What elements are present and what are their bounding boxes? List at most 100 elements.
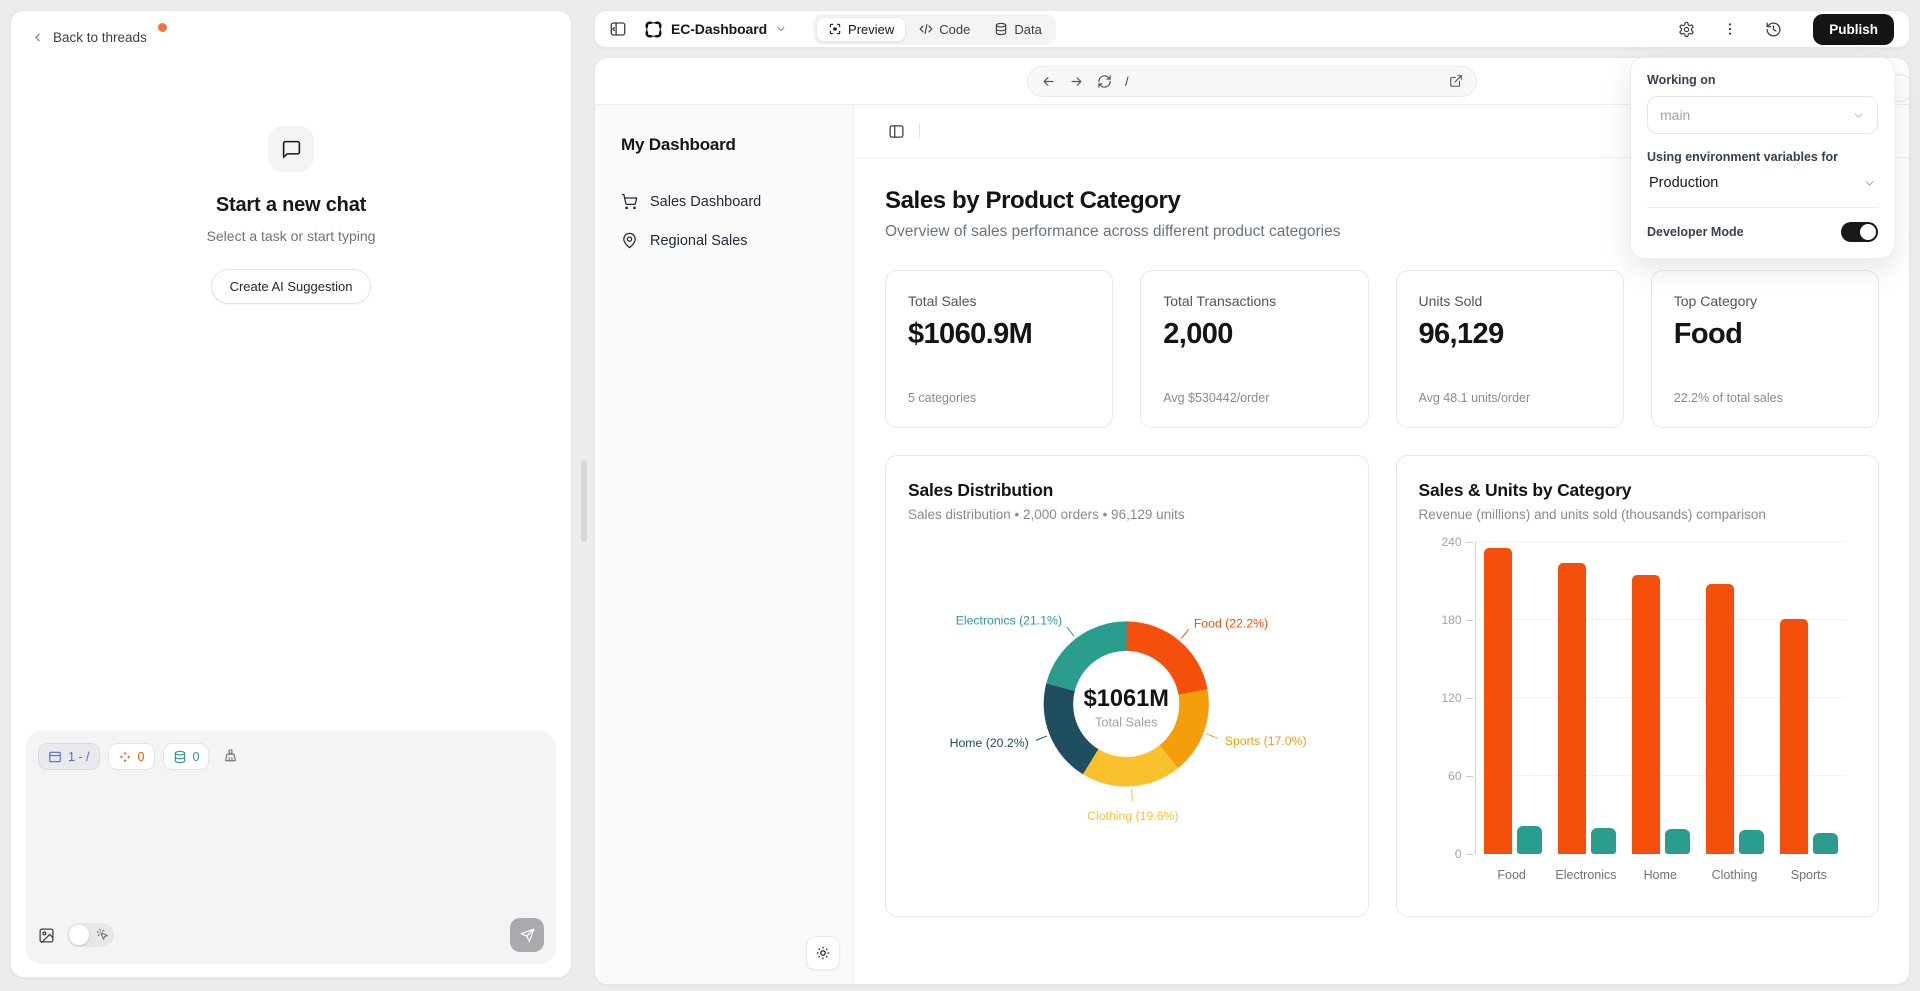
- image-icon[interactable]: [38, 927, 55, 944]
- tab-preview[interactable]: Preview: [816, 17, 906, 42]
- bar-home-revenue: [1632, 575, 1660, 854]
- stat-label: Total Transactions: [1163, 293, 1345, 309]
- developer-mode-label: Developer Mode: [1647, 225, 1744, 239]
- project-switcher[interactable]: EC-Dashboard: [644, 20, 787, 39]
- stat-label: Units Sold: [1419, 293, 1601, 309]
- chart-title: Sales Distribution: [908, 480, 1346, 501]
- prompt-composer[interactable]: 1 - / 0 0: [26, 731, 556, 964]
- stat-value: Food: [1674, 318, 1856, 351]
- data-count-label: 0: [193, 750, 200, 764]
- stat-footnote: Avg 48.1 units/order: [1419, 391, 1601, 405]
- bar-group-home: [1624, 542, 1698, 854]
- bar-plot: 060120180240: [1475, 542, 1847, 854]
- environment-select[interactable]: Production: [1647, 175, 1878, 191]
- context-chips: 1 - / 0 0: [38, 743, 544, 770]
- main-toolbar: EC-Dashboard Preview Code Data: [594, 10, 1910, 48]
- cart-icon: [621, 193, 638, 210]
- y-axis-tick: 180: [1426, 614, 1462, 626]
- window-icon: [48, 750, 62, 764]
- stat-footnote: 5 categories: [908, 391, 1090, 405]
- url-path[interactable]: /: [1125, 74, 1129, 89]
- tab-preview-label: Preview: [848, 22, 894, 37]
- sparkle-cursor-icon: [96, 928, 109, 941]
- bar-food-units: [1517, 826, 1542, 854]
- env-variables-label: Using environment variables for: [1647, 150, 1878, 164]
- database-icon: [994, 22, 1008, 36]
- project-name: EC-Dashboard: [671, 21, 767, 37]
- chart-subtitle: Sales distribution • 2,000 orders • 96,1…: [908, 507, 1346, 522]
- environment-popover: Working on main Using environment variab…: [1630, 57, 1895, 259]
- panel-left-icon[interactable]: [888, 123, 905, 140]
- leader-line: [1036, 736, 1047, 740]
- code-icon: [919, 22, 933, 36]
- donut-label: Clothing (19.6%): [1087, 809, 1178, 823]
- stat-card-top-category: Top Category Food 22.2% of total sales: [1651, 270, 1879, 428]
- kebab-menu-icon[interactable]: [1722, 21, 1738, 37]
- y-axis-tick: 240: [1426, 536, 1462, 548]
- stat-cards: Total Sales $1060.9M 5 categories Total …: [885, 270, 1879, 428]
- back-arrow-icon[interactable]: [1041, 74, 1056, 89]
- tab-code[interactable]: Code: [908, 18, 981, 41]
- donut-slice-electronics: [1046, 621, 1127, 690]
- panel-resize-handle[interactable]: [581, 460, 587, 542]
- data-count-chip[interactable]: 0: [163, 743, 210, 770]
- bar-home-units: [1665, 829, 1690, 854]
- divider: [1647, 207, 1878, 208]
- bar-x-labels: FoodElectronicsHomeClothingSports: [1475, 868, 1847, 882]
- sidebar-item-regional-sales[interactable]: Regional Sales: [621, 232, 827, 249]
- stat-value: 2,000: [1163, 318, 1345, 351]
- empty-state-title: Start a new chat: [216, 194, 366, 217]
- stat-label: Top Category: [1674, 293, 1856, 309]
- donut-chart: Food (22.2%)Sports (17.0%)Clothing (19.6…: [908, 526, 1346, 878]
- bar-clothing-revenue: [1706, 584, 1734, 854]
- environment-value: Production: [1649, 175, 1718, 191]
- branch-select[interactable]: main: [1647, 96, 1878, 134]
- working-on-label: Working on: [1647, 73, 1878, 87]
- sidebar-item-sales-dashboard[interactable]: Sales Dashboard: [621, 193, 827, 210]
- gear-icon[interactable]: [1678, 21, 1695, 38]
- page-context-chip[interactable]: 1 - /: [38, 743, 100, 770]
- x-axis-label: Food: [1475, 868, 1549, 882]
- sales-units-card: Sales & Units by Category Revenue (milli…: [1396, 455, 1880, 917]
- sidebar-item-label: Sales Dashboard: [650, 194, 761, 210]
- bar-electronics-units: [1591, 828, 1616, 854]
- ai-mode-toggle[interactable]: [67, 923, 114, 947]
- create-ai-suggestion-button[interactable]: Create AI Suggestion: [211, 269, 372, 304]
- collapse-sidebar-icon[interactable]: [609, 20, 627, 38]
- refresh-icon[interactable]: [1097, 74, 1112, 89]
- bar-group-clothing: [1698, 542, 1772, 854]
- donut-label: Electronics (21.1%): [956, 614, 1062, 628]
- back-to-threads-label: Back to threads: [53, 30, 147, 45]
- stat-value: $1060.9M: [908, 318, 1090, 351]
- theme-toggle-button[interactable]: [806, 936, 840, 970]
- donut-label: Food (22.2%): [1194, 616, 1268, 630]
- bar-chart: 060120180240 FoodElectronicsHomeClothing…: [1419, 526, 1857, 886]
- actions-count-chip[interactable]: 0: [108, 743, 155, 770]
- publish-button[interactable]: Publish: [1813, 14, 1894, 45]
- branch-value: main: [1660, 107, 1690, 123]
- donut-center-label: Total Sales: [1095, 715, 1157, 730]
- url-bar[interactable]: /: [1027, 66, 1477, 97]
- stat-card-total-sales: Total Sales $1060.9M 5 categories: [885, 270, 1113, 428]
- bar-sports-units: [1813, 833, 1838, 854]
- developer-mode-toggle[interactable]: [1841, 222, 1878, 242]
- donut-center-value: $1061M: [1084, 685, 1169, 711]
- external-link-icon[interactable]: [1449, 74, 1463, 88]
- stat-value: 96,129: [1419, 318, 1601, 351]
- tab-data[interactable]: Data: [983, 18, 1052, 41]
- back-to-threads-button[interactable]: Back to threads: [11, 11, 167, 64]
- forward-arrow-icon[interactable]: [1069, 74, 1084, 89]
- broom-icon[interactable]: [222, 748, 239, 765]
- send-button[interactable]: [510, 918, 544, 952]
- chevron-down-icon: [1852, 109, 1865, 122]
- sales-distribution-card: Sales Distribution Sales distribution • …: [885, 455, 1369, 917]
- chat-empty-state: Start a new chat Select a task or start …: [11, 126, 571, 304]
- stat-footnote: 22.2% of total sales: [1674, 391, 1856, 405]
- x-axis-label: Home: [1623, 868, 1697, 882]
- scan-icon: [828, 22, 842, 36]
- donut-slice-food: [1126, 621, 1207, 694]
- chart-cards: Sales Distribution Sales distribution • …: [885, 455, 1879, 917]
- x-axis-label: Clothing: [1697, 868, 1771, 882]
- history-icon[interactable]: [1765, 21, 1782, 38]
- chart-title: Sales & Units by Category: [1419, 480, 1857, 501]
